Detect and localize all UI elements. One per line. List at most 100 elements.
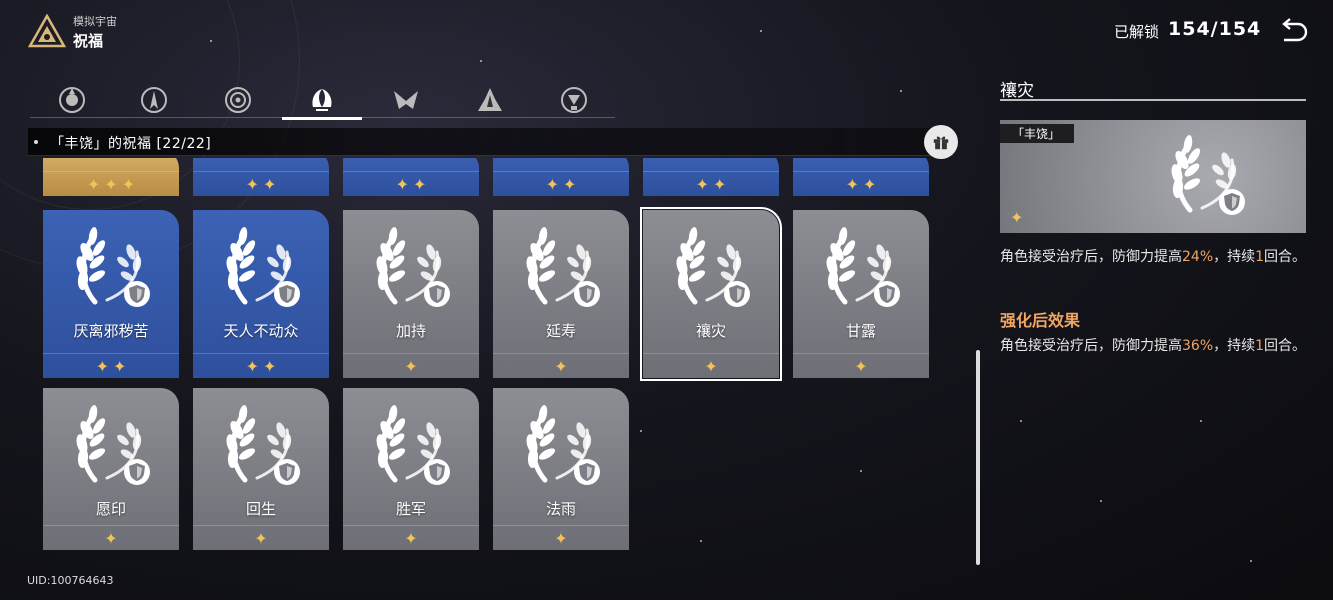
blessing-card[interactable]: ✦ ✦ — [493, 158, 629, 196]
rarity-stars: ✦ — [343, 526, 479, 550]
abundance-emblem-icon — [815, 222, 907, 314]
path-blessing-count: 「丰饶」的祝福 [22/22] — [50, 136, 212, 152]
path-tag: 「丰饶」 — [1000, 124, 1075, 143]
rarity-stars: ✦ ✦ — [793, 172, 929, 196]
divider — [1000, 99, 1306, 101]
rarity-star-icon: ✦ — [1010, 208, 1024, 227]
blessing-name: 甘露 — [845, 322, 876, 340]
blessing-description: 角色接受治疗后，防御力提高24%，持续1回合。 — [1000, 249, 1307, 265]
blessing-name: 法雨 — [545, 500, 576, 518]
rarity-stars: ✦ — [493, 354, 629, 378]
blessing-card[interactable]: ✦ ✦ — [643, 158, 779, 196]
rarity-star-icon: ✦ — [263, 356, 277, 376]
back-icon[interactable] — [1278, 18, 1308, 44]
enhanced-effect-title: 强化后效果 — [1000, 311, 1081, 330]
rarity-stars: ✦ ✦ — [43, 354, 179, 378]
blessing-name: 禳灾 — [695, 322, 726, 340]
hunt-path-icon — [394, 91, 418, 109]
abundance-emblem-icon — [1160, 130, 1252, 222]
abundance-path-icon — [312, 89, 332, 111]
tab-preservation[interactable] — [32, 82, 112, 118]
blessing-card[interactable]: ✦ ✦ — [193, 158, 329, 196]
blessing-card[interactable]: 回生 ✦ — [193, 388, 329, 550]
rarity-stars: ✦ ✦ — [343, 172, 479, 196]
scrollbar[interactable] — [976, 350, 980, 565]
simulated-universe-logo-icon — [28, 14, 66, 48]
tab-abundance[interactable] — [282, 82, 362, 120]
rarity-star-icon: ✦ — [845, 174, 859, 194]
abundance-emblem-icon — [65, 400, 157, 492]
abundance-emblem-icon — [365, 400, 457, 492]
rarity-stars: ✦ ✦ — [193, 354, 329, 378]
rarity-star-icon: ✦ — [863, 174, 877, 194]
rarity-star-icon: ✦ — [404, 528, 418, 548]
rarity-star-icon: ✦ — [121, 174, 136, 194]
path-blessing-header: 「丰饶」的祝福 [22/22] — [28, 128, 953, 156]
blessing-card[interactable]: 甘露 ✦ — [793, 210, 929, 378]
rarity-star-icon: ✦ — [413, 174, 427, 194]
rarity-stars: ✦ — [793, 354, 929, 378]
app-subtitle: 模拟宇宙 — [73, 15, 117, 28]
rarity-star-icon: ✦ — [95, 356, 109, 376]
gift-icon — [933, 136, 949, 150]
tab-destruction[interactable] — [450, 82, 530, 118]
blessing-name: 回生 — [245, 500, 276, 518]
rarity-star-icon: ✦ — [245, 174, 259, 194]
rarity-star-icon: ✦ — [395, 174, 409, 194]
rarity-stars: ✦ ✦ ✦ — [43, 172, 179, 196]
blessing-name: 天人不动众 — [223, 322, 299, 340]
rarity-star-icon: ✦ — [86, 174, 101, 194]
tab-nihility[interactable] — [198, 82, 278, 118]
gift-button[interactable] — [924, 125, 958, 159]
rarity-stars: ✦ — [193, 526, 329, 550]
blessing-name: 厌离邪秽苦 — [73, 322, 149, 340]
rarity-star-icon: ✦ — [104, 528, 118, 548]
page-title: 祝福 — [73, 32, 104, 50]
rarity-star-icon: ✦ — [404, 356, 418, 376]
rarity-star-icon: ✦ — [713, 174, 727, 194]
rarity-star-icon: ✦ — [254, 528, 268, 548]
rarity-stars: ✦ — [343, 354, 479, 378]
blessing-card[interactable]: ✦ ✦ — [793, 158, 929, 196]
blessing-card[interactable]: 天人不动众 ✦ ✦ — [193, 210, 329, 378]
abundance-emblem-icon — [215, 400, 307, 492]
rarity-star-icon: ✦ — [554, 356, 568, 376]
rarity-star-icon: ✦ — [545, 174, 559, 194]
blessing-card[interactable]: 愿印 ✦ — [43, 388, 179, 550]
remembrance-path-icon — [141, 87, 167, 113]
blessing-preview: 「丰饶」 ✦ — [1000, 120, 1306, 233]
preservation-path-icon — [59, 87, 85, 113]
blessing-grid: ✦ ✦ ✦ ✦ ✦ ✦ ✦ ✦ ✦ ✦ ✦ ✦ ✦ 厌离邪秽苦 ✦ ✦ 天人不动众 ✦ ✦ 加持 ✦ 延寿 ✦ 禳灾 ✦ 甘露 ✦ 愿… — [28, 158, 968, 563]
rarity-star-icon: ✦ — [854, 356, 868, 376]
blessing-card[interactable]: 厌离邪秽苦 ✦ ✦ — [43, 210, 179, 378]
tab-remembrance[interactable] — [114, 82, 194, 118]
blessing-card[interactable]: 加持 ✦ — [343, 210, 479, 378]
elation-path-icon — [561, 87, 587, 113]
enhanced-description: 角色接受治疗后，防御力提高36%，持续1回合。 — [1000, 338, 1307, 354]
rarity-stars: ✦ ✦ — [493, 172, 629, 196]
uid-label: UID:100764643 — [27, 574, 114, 587]
abundance-emblem-icon — [215, 222, 307, 314]
blessing-card[interactable]: 胜军 ✦ — [343, 388, 479, 550]
nihility-path-icon — [225, 87, 251, 113]
rarity-star-icon: ✦ — [104, 174, 118, 194]
rarity-star-icon: ✦ — [695, 174, 709, 194]
rarity-star-icon: ✦ — [113, 356, 127, 376]
rarity-stars: ✦ — [43, 526, 179, 550]
blessing-card[interactable]: 禳灾 ✦ — [640, 207, 782, 381]
blessing-name: 延寿 — [545, 322, 576, 340]
blessing-card[interactable]: ✦ ✦ ✦ — [43, 158, 179, 196]
blessing-card[interactable]: 延寿 ✦ — [493, 210, 629, 378]
blessing-card[interactable]: 法雨 ✦ — [493, 388, 629, 550]
tab-elation[interactable] — [534, 82, 614, 118]
blessing-card[interactable]: ✦ ✦ — [343, 158, 479, 196]
rarity-stars: ✦ — [493, 526, 629, 550]
blessing-name: 胜军 — [395, 500, 426, 518]
tab-hunt[interactable] — [366, 82, 446, 118]
rarity-stars: ✦ ✦ — [193, 172, 329, 196]
blessing-name: 加持 — [395, 322, 426, 340]
rarity-stars: ✦ ✦ — [643, 172, 779, 196]
abundance-emblem-icon — [665, 222, 757, 314]
abundance-emblem-icon — [515, 400, 607, 492]
rarity-star-icon: ✦ — [554, 528, 568, 548]
